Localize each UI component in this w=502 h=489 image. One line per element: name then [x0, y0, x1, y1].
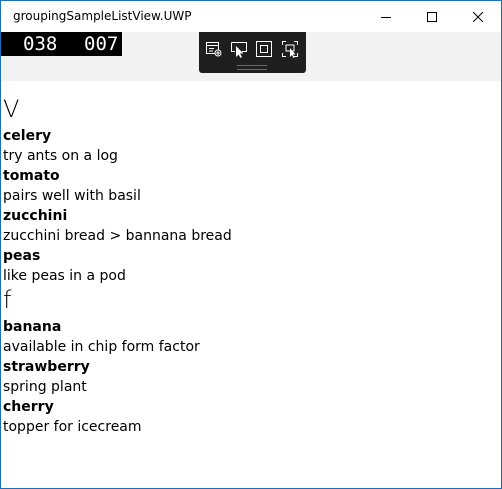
app-window: groupingSampleListView.UWP 038 007 V cel… — [0, 0, 502, 489]
app-header-area: 038 007 — [1, 32, 501, 81]
item-name: zucchini — [3, 208, 68, 224]
group-header: f — [3, 286, 12, 314]
close-icon — [473, 11, 483, 22]
frame-rate-counter: 038 007 — [1, 32, 122, 56]
display-layout-adorners-icon[interactable] — [255, 40, 273, 58]
debug-toolbar — [199, 32, 306, 73]
list-group: V celery try ants on a log tomato pairs … — [3, 95, 232, 286]
item-name: banana — [3, 319, 62, 335]
minimize-button[interactable] — [363, 1, 409, 32]
item-description: spring plant — [3, 379, 87, 395]
item-name: celery — [3, 128, 52, 144]
maximize-button[interactable] — [409, 1, 455, 32]
close-button[interactable] — [455, 1, 501, 32]
item-name: cherry — [3, 399, 54, 415]
maximize-icon — [427, 11, 437, 22]
grouped-list-view[interactable]: V celery try ants on a log tomato pairs … — [3, 95, 232, 437]
title-bar[interactable]: groupingSampleListView.UWP — [1, 1, 501, 32]
track-focused-element-icon[interactable] — [281, 40, 299, 58]
item-description: available in chip form factor — [3, 339, 200, 355]
toolbar-drag-handle[interactable] — [237, 65, 267, 70]
item-description: try ants on a log — [3, 148, 118, 164]
list-item[interactable]: celery try ants on a log — [3, 126, 232, 166]
list-item[interactable]: cherry topper for icecream — [3, 397, 232, 437]
frame-counter-right: 007 — [84, 33, 119, 55]
item-description: topper for icecream — [3, 419, 142, 435]
item-name: peas — [3, 248, 41, 264]
group-header: V — [3, 95, 20, 123]
window-title: groupingSampleListView.UWP — [13, 9, 192, 23]
list-item[interactable]: zucchini zucchini bread > bannana bread — [3, 206, 232, 246]
list-item[interactable]: strawberry spring plant — [3, 357, 232, 397]
item-name: tomato — [3, 168, 60, 184]
minimize-icon — [381, 16, 391, 18]
list-group: f banana available in chip form factor s… — [3, 286, 232, 437]
list-item[interactable]: tomato pairs well with basil — [3, 166, 232, 206]
select-element-icon[interactable] — [230, 40, 248, 58]
item-description: pairs well with basil — [3, 188, 141, 204]
list-item[interactable]: peas like peas in a pod — [3, 246, 232, 286]
item-description: like peas in a pod — [3, 268, 126, 284]
live-visual-tree-icon[interactable] — [205, 40, 223, 58]
frame-counter-left: 038 — [23, 33, 58, 55]
item-name: strawberry — [3, 359, 90, 375]
list-item[interactable]: banana available in chip form factor — [3, 317, 232, 357]
item-description: zucchini bread > bannana bread — [3, 228, 232, 244]
